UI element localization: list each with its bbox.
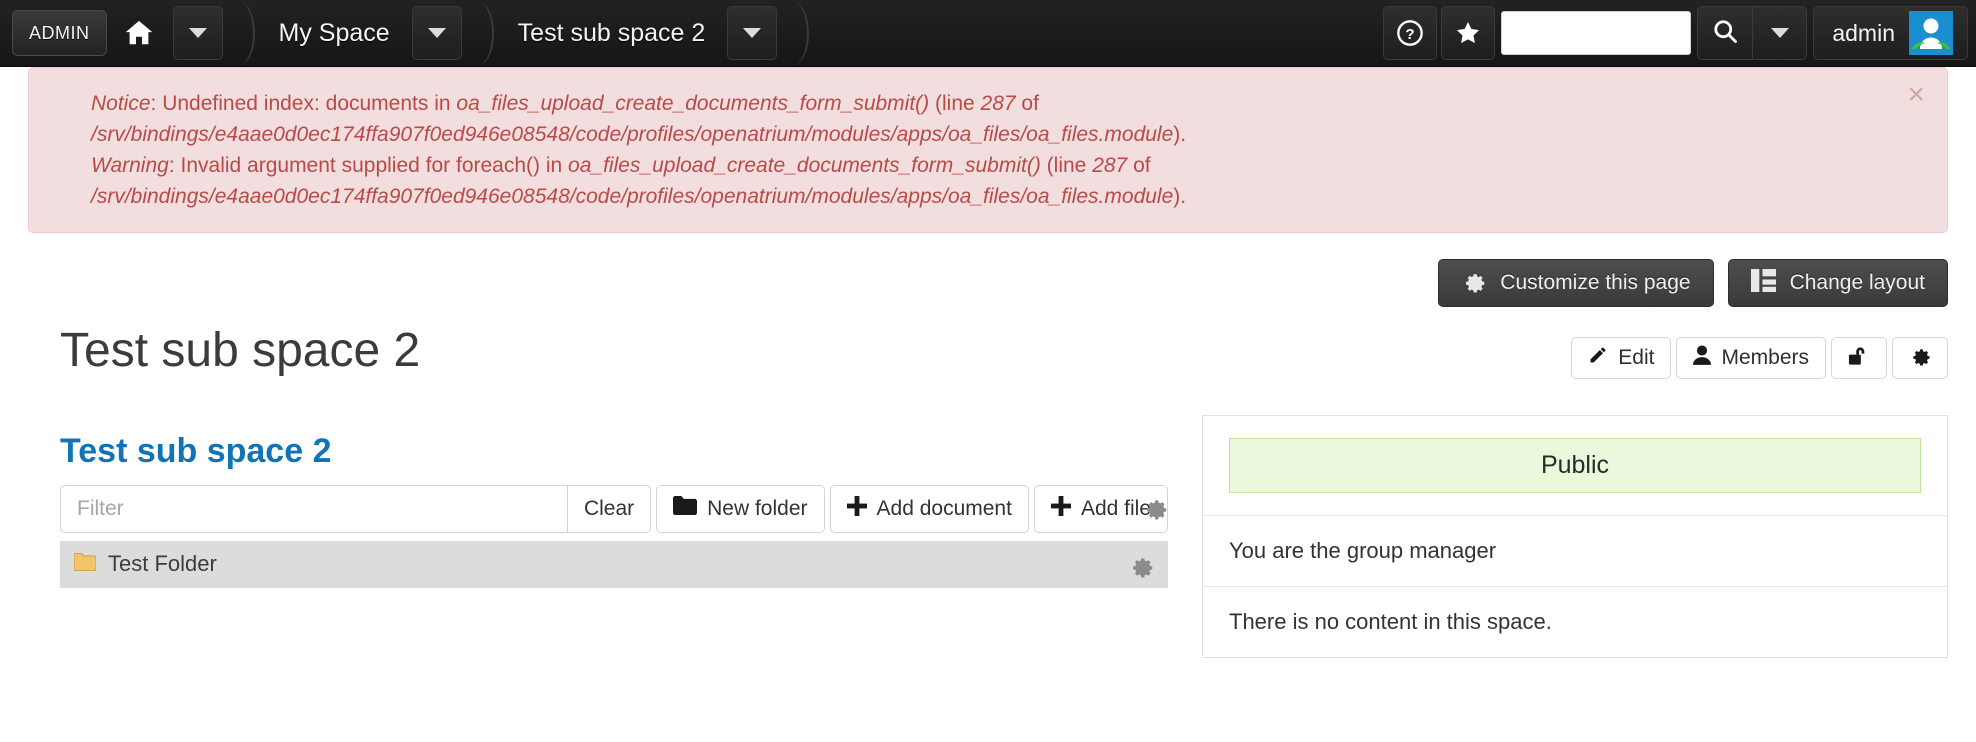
alert-notice-path: /srv/bindings/e4aae0d0ec174ffa907f0ed946… <box>91 123 1174 146</box>
close-icon[interactable]: × <box>1907 80 1925 110</box>
breadcrumb-separator <box>779 0 813 67</box>
files-toolbar: Clear New folder Add document <box>60 484 1168 533</box>
customize-this-page-label: Customize this page <box>1500 271 1691 294</box>
search-button[interactable] <box>1698 7 1752 59</box>
add-document-label: Add document <box>876 496 1012 520</box>
avatar <box>1909 11 1953 55</box>
row-gear-icon[interactable] <box>1128 552 1154 578</box>
chevron-down-icon <box>743 28 762 38</box>
page-title: Test sub space 2 <box>60 324 421 377</box>
toolbar-right: ? admin <box>1381 0 1968 66</box>
person-icon <box>1693 345 1712 371</box>
admin-badge[interactable]: ADMIN <box>12 10 107 56</box>
members-button[interactable]: Members <box>1676 337 1826 379</box>
search-input[interactable] <box>1501 11 1692 55</box>
page-body: Customize this page Change layout Test s… <box>0 233 1976 658</box>
folder-name: Test Folder <box>108 551 217 577</box>
favorites-button[interactable] <box>1441 6 1496 60</box>
chevron-down-icon <box>1770 28 1789 38</box>
search-icon <box>1711 17 1739 50</box>
layout-icon <box>1750 268 1776 298</box>
new-folder-label: New folder <box>707 496 808 520</box>
page-customize-actions: Customize this page Change layout <box>28 233 1948 307</box>
clear-filter-label: Clear <box>583 496 635 520</box>
plus-icon <box>1050 495 1071 522</box>
files-panel-header: Test sub space 2 <box>60 431 1168 520</box>
breadcrumb-my-space[interactable]: My Space <box>259 6 410 60</box>
role-cell: You are the group manager <box>1203 516 1947 587</box>
alert-warning-path: /srv/bindings/e4aae0d0ec174ffa907f0ed946… <box>91 185 1174 208</box>
username-label: admin <box>1832 19 1895 46</box>
chevron-down-icon <box>188 28 207 38</box>
unlock-icon <box>1848 345 1870 372</box>
pencil-icon <box>1588 345 1608 371</box>
visibility-cell: Public <box>1203 416 1947 516</box>
my-space-dropdown-button[interactable] <box>411 6 462 60</box>
alert-warning-line-prefix: (line <box>1040 154 1093 177</box>
plus-icon <box>846 495 867 522</box>
clear-filter-button[interactable]: Clear <box>566 484 652 533</box>
breadcrumb-test-sub-space-2[interactable]: Test sub space 2 <box>498 6 726 60</box>
svg-text:?: ? <box>1406 26 1415 43</box>
search-dropdown-button[interactable] <box>1752 7 1806 59</box>
alert-notice-suffix: ). <box>1173 123 1187 146</box>
space-info-panel: Public You are the group manager There i… <box>1202 415 1948 658</box>
alert-warning-of: of <box>1127 154 1151 177</box>
table-row[interactable]: Test Folder <box>60 540 1168 588</box>
sub-space-dropdown-button[interactable] <box>727 6 778 60</box>
alert-line-notice: Notice: Undefined index: documents in oa… <box>91 88 1883 150</box>
members-label: Members <box>1721 346 1809 369</box>
customize-this-page-button[interactable]: Customize this page <box>1438 259 1714 307</box>
alert-notice-line-prefix: (line <box>929 92 981 115</box>
filter-input[interactable] <box>60 484 567 533</box>
add-file-label: Add file <box>1080 496 1151 520</box>
home-icon <box>122 18 156 48</box>
chevron-down-icon <box>427 28 446 38</box>
alert-warning-function: oa_files_upload_create_documents_form_su… <box>568 154 1041 177</box>
toolbar-left: ADMIN My Space Test sub space 2 <box>8 0 813 66</box>
alert-warning-line-number: 287 <box>1092 154 1128 177</box>
edit-label: Edit <box>1618 346 1655 369</box>
status-badge: Public <box>1229 438 1921 493</box>
add-document-button[interactable]: Add document <box>829 484 1029 533</box>
help-button[interactable]: ? <box>1383 6 1438 60</box>
alert-notice-line-number: 287 <box>980 92 1016 115</box>
alert-notice-of: of <box>1015 92 1039 115</box>
change-layout-button[interactable]: Change layout <box>1727 259 1948 307</box>
alert-notice-function: oa_files_upload_create_documents_form_su… <box>456 92 930 115</box>
breadcrumb-separator <box>464 0 498 67</box>
alert-region: × Notice: Undefined index: documents in … <box>0 67 1976 233</box>
alert-warning-text: : Invalid argument supplied for foreach(… <box>168 154 569 177</box>
star-icon <box>1454 19 1482 47</box>
gear-icon <box>1461 268 1486 299</box>
alert-notice-label: Notice <box>91 92 151 115</box>
top-toolbar: ADMIN My Space Test sub space 2 ? admin <box>0 0 1976 67</box>
new-folder-button[interactable]: New folder <box>656 484 825 533</box>
main-column: Test sub space 2 Test sub space 2 Clear … <box>28 307 1168 588</box>
home-button[interactable] <box>109 6 169 60</box>
alert-notice-text: : Undefined index: documents in <box>150 92 457 115</box>
panel-title: Test sub space 2 <box>60 431 332 470</box>
folder-icon <box>73 551 97 577</box>
alert-warning-suffix: ). <box>1173 185 1187 208</box>
question-circle-icon: ? <box>1396 19 1424 47</box>
content-columns: Test sub space 2 Test sub space 2 Clear … <box>28 307 1948 658</box>
search-button-group <box>1697 6 1808 60</box>
alert-warning-label: Warning <box>91 154 169 177</box>
panel-gear-icon[interactable] <box>1142 494 1168 520</box>
alert-line-warning: Warning: Invalid argument supplied for f… <box>91 150 1883 212</box>
empty-content-cell: There is no content in this space. <box>1229 609 1552 634</box>
folder-icon <box>673 496 698 521</box>
space-settings-button[interactable] <box>1892 337 1948 379</box>
edit-button[interactable]: Edit <box>1571 337 1672 379</box>
change-layout-label: Change layout <box>1789 271 1925 294</box>
side-column: Edit Members Public You are the group ma… <box>1168 307 1948 658</box>
breadcrumb-separator <box>225 0 259 67</box>
space-action-buttons: Edit Members <box>1202 337 1948 379</box>
visibility-lock-button[interactable] <box>1831 337 1887 379</box>
gear-icon <box>1909 344 1931 372</box>
php-error-alert: × Notice: Undefined index: documents in … <box>28 67 1948 233</box>
user-menu-button[interactable]: admin <box>1813 6 1968 60</box>
home-dropdown-button[interactable] <box>172 6 223 60</box>
